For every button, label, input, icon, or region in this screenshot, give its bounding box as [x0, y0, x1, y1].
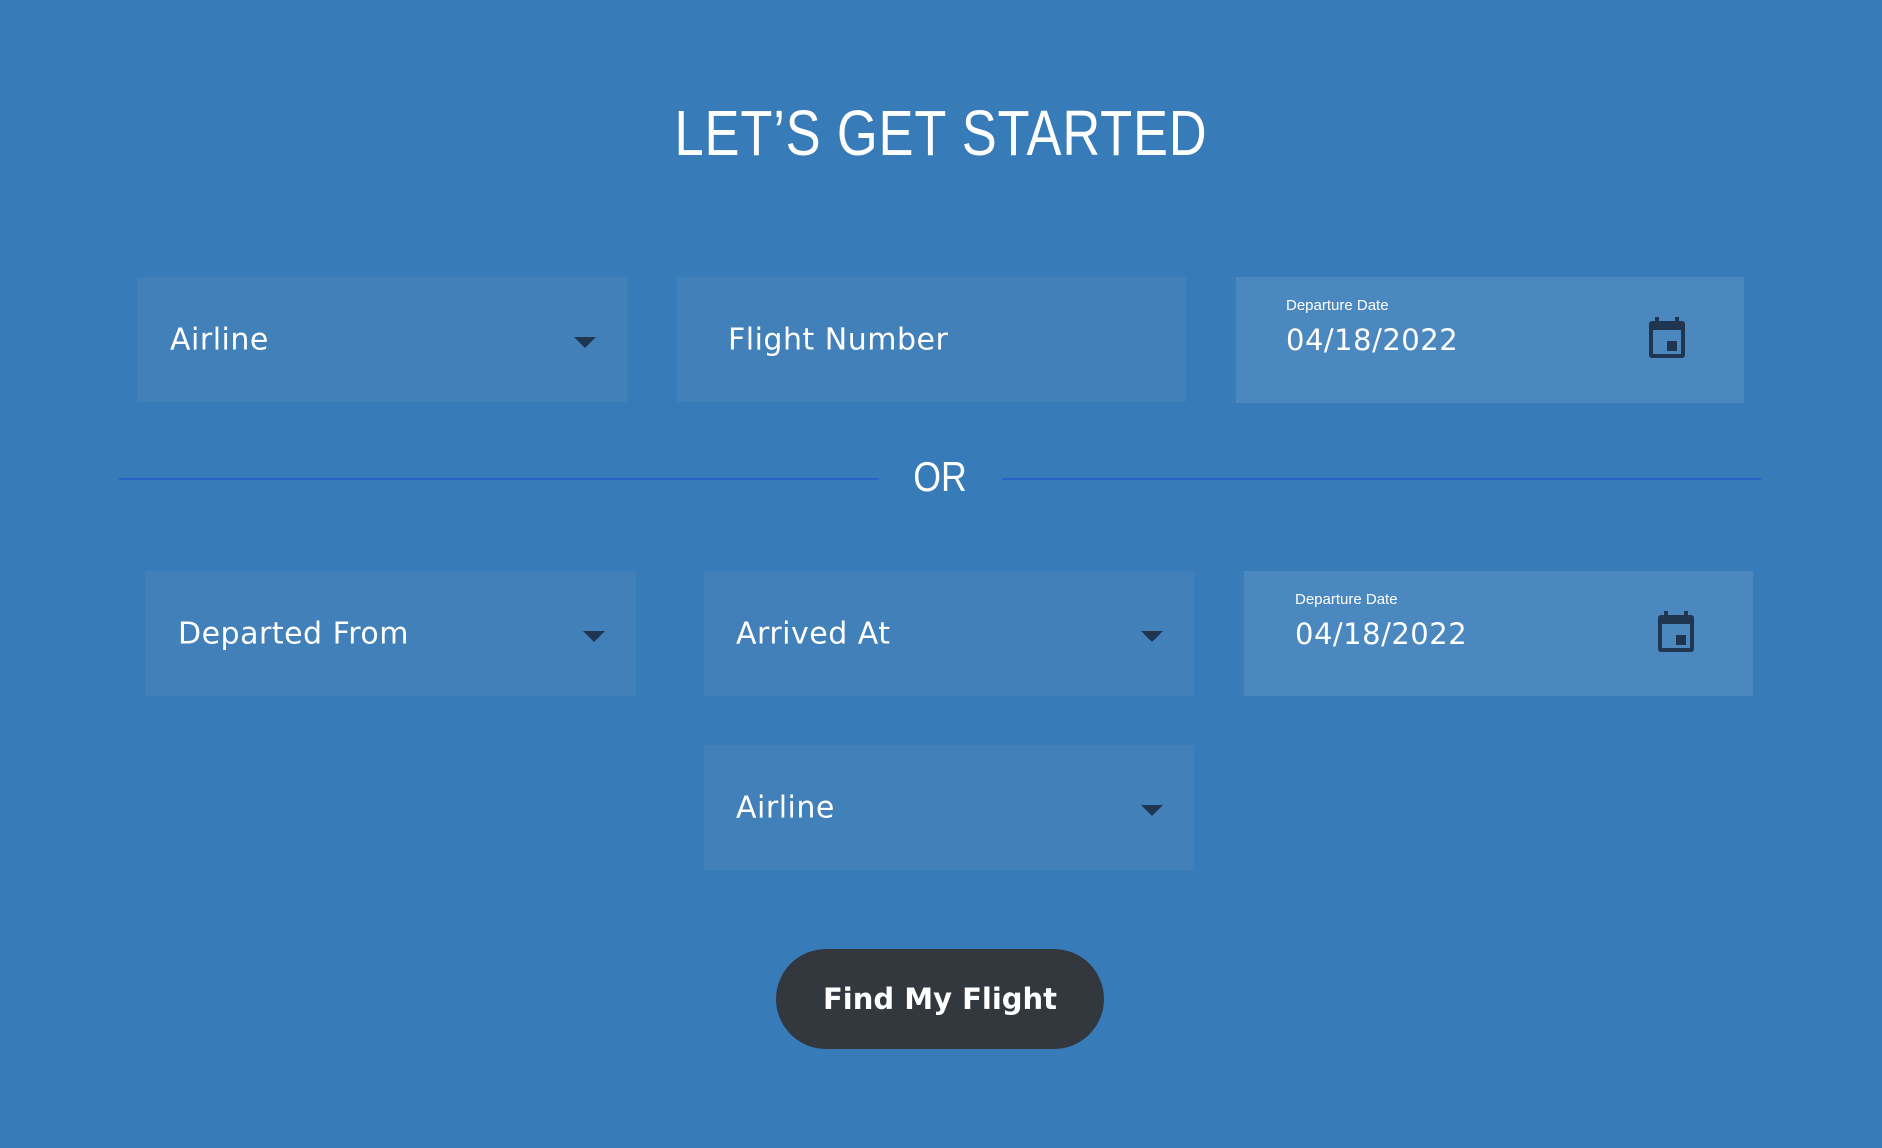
or-text: OR [913, 453, 967, 500]
chevron-down-icon [1141, 630, 1163, 642]
chevron-down-icon [583, 630, 605, 642]
flight-number-input[interactable]: Flight Number [677, 277, 1186, 402]
arrived-at-label: Arrived At [736, 616, 891, 651]
route-departure-date-field[interactable]: Departure Date 04/18/2022 [1244, 571, 1753, 696]
arrived-at-select[interactable]: Arrived At [704, 571, 1194, 696]
separator-line-right [1002, 478, 1761, 480]
page-title: LET’S GET STARTED [674, 97, 1208, 169]
departure-date-value: 04/18/2022 [1286, 323, 1459, 357]
chevron-down-icon [574, 336, 596, 348]
airline-select[interactable]: Airline [137, 277, 627, 402]
calendar-icon[interactable] [1657, 611, 1695, 653]
flight-number-placeholder: Flight Number [728, 322, 949, 357]
route-airline-select[interactable]: Airline [704, 745, 1194, 870]
route-airline-label: Airline [736, 790, 835, 825]
departure-date-field[interactable]: Departure Date 04/18/2022 [1236, 277, 1744, 403]
departure-date-value: 04/18/2022 [1295, 617, 1468, 651]
chevron-down-icon [1141, 804, 1163, 816]
find-my-flight-button[interactable]: Find My Flight [776, 949, 1104, 1049]
calendar-icon[interactable] [1648, 317, 1686, 359]
or-separator: OR [119, 453, 1761, 505]
airline-select-label: Airline [170, 322, 269, 357]
departed-from-select[interactable]: Departed From [145, 571, 636, 696]
departure-date-label: Departure Date [1295, 591, 1398, 608]
departed-from-label: Departed From [178, 616, 409, 651]
departure-date-label: Departure Date [1286, 297, 1389, 314]
